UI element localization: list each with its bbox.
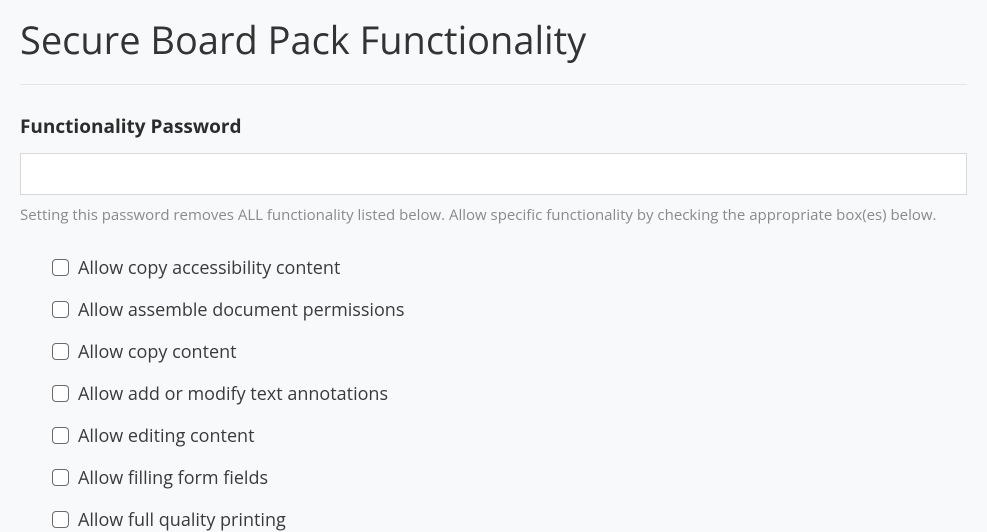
option-label[interactable]: Allow add or modify text annotations (78, 382, 388, 406)
option-row: Allow copy content (52, 340, 967, 364)
option-checkbox-copy-content[interactable] (52, 343, 69, 360)
option-row: Allow full quality printing (52, 508, 967, 532)
option-label[interactable]: Allow editing content (78, 424, 255, 448)
option-row: Allow assemble document permissions (52, 298, 967, 322)
option-row: Allow add or modify text annotations (52, 382, 967, 406)
functionality-options-list: Allow copy accessibility content Allow a… (20, 256, 967, 532)
password-section: Functionality Password Setting this pass… (20, 113, 967, 226)
option-checkbox-editing-content[interactable] (52, 427, 69, 444)
option-label[interactable]: Allow full quality printing (78, 508, 286, 532)
page-title: Secure Board Pack Functionality (20, 0, 967, 85)
option-label[interactable]: Allow filling form fields (78, 466, 268, 490)
option-row: Allow editing content (52, 424, 967, 448)
option-checkbox-copy-accessibility[interactable] (52, 259, 69, 276)
option-label[interactable]: Allow copy content (78, 340, 237, 364)
option-row: Allow copy accessibility content (52, 256, 967, 280)
option-checkbox-assemble-document[interactable] (52, 301, 69, 318)
option-checkbox-form-fields[interactable] (52, 469, 69, 486)
option-checkbox-full-printing[interactable] (52, 511, 69, 528)
password-input[interactable] (20, 153, 967, 195)
password-label: Functionality Password (20, 113, 967, 139)
option-label[interactable]: Allow assemble document permissions (78, 298, 404, 322)
option-checkbox-text-annotations[interactable] (52, 385, 69, 402)
option-row: Allow filling form fields (52, 466, 967, 490)
password-help-text: Setting this password removes ALL functi… (20, 205, 967, 226)
option-label[interactable]: Allow copy accessibility content (78, 256, 340, 280)
